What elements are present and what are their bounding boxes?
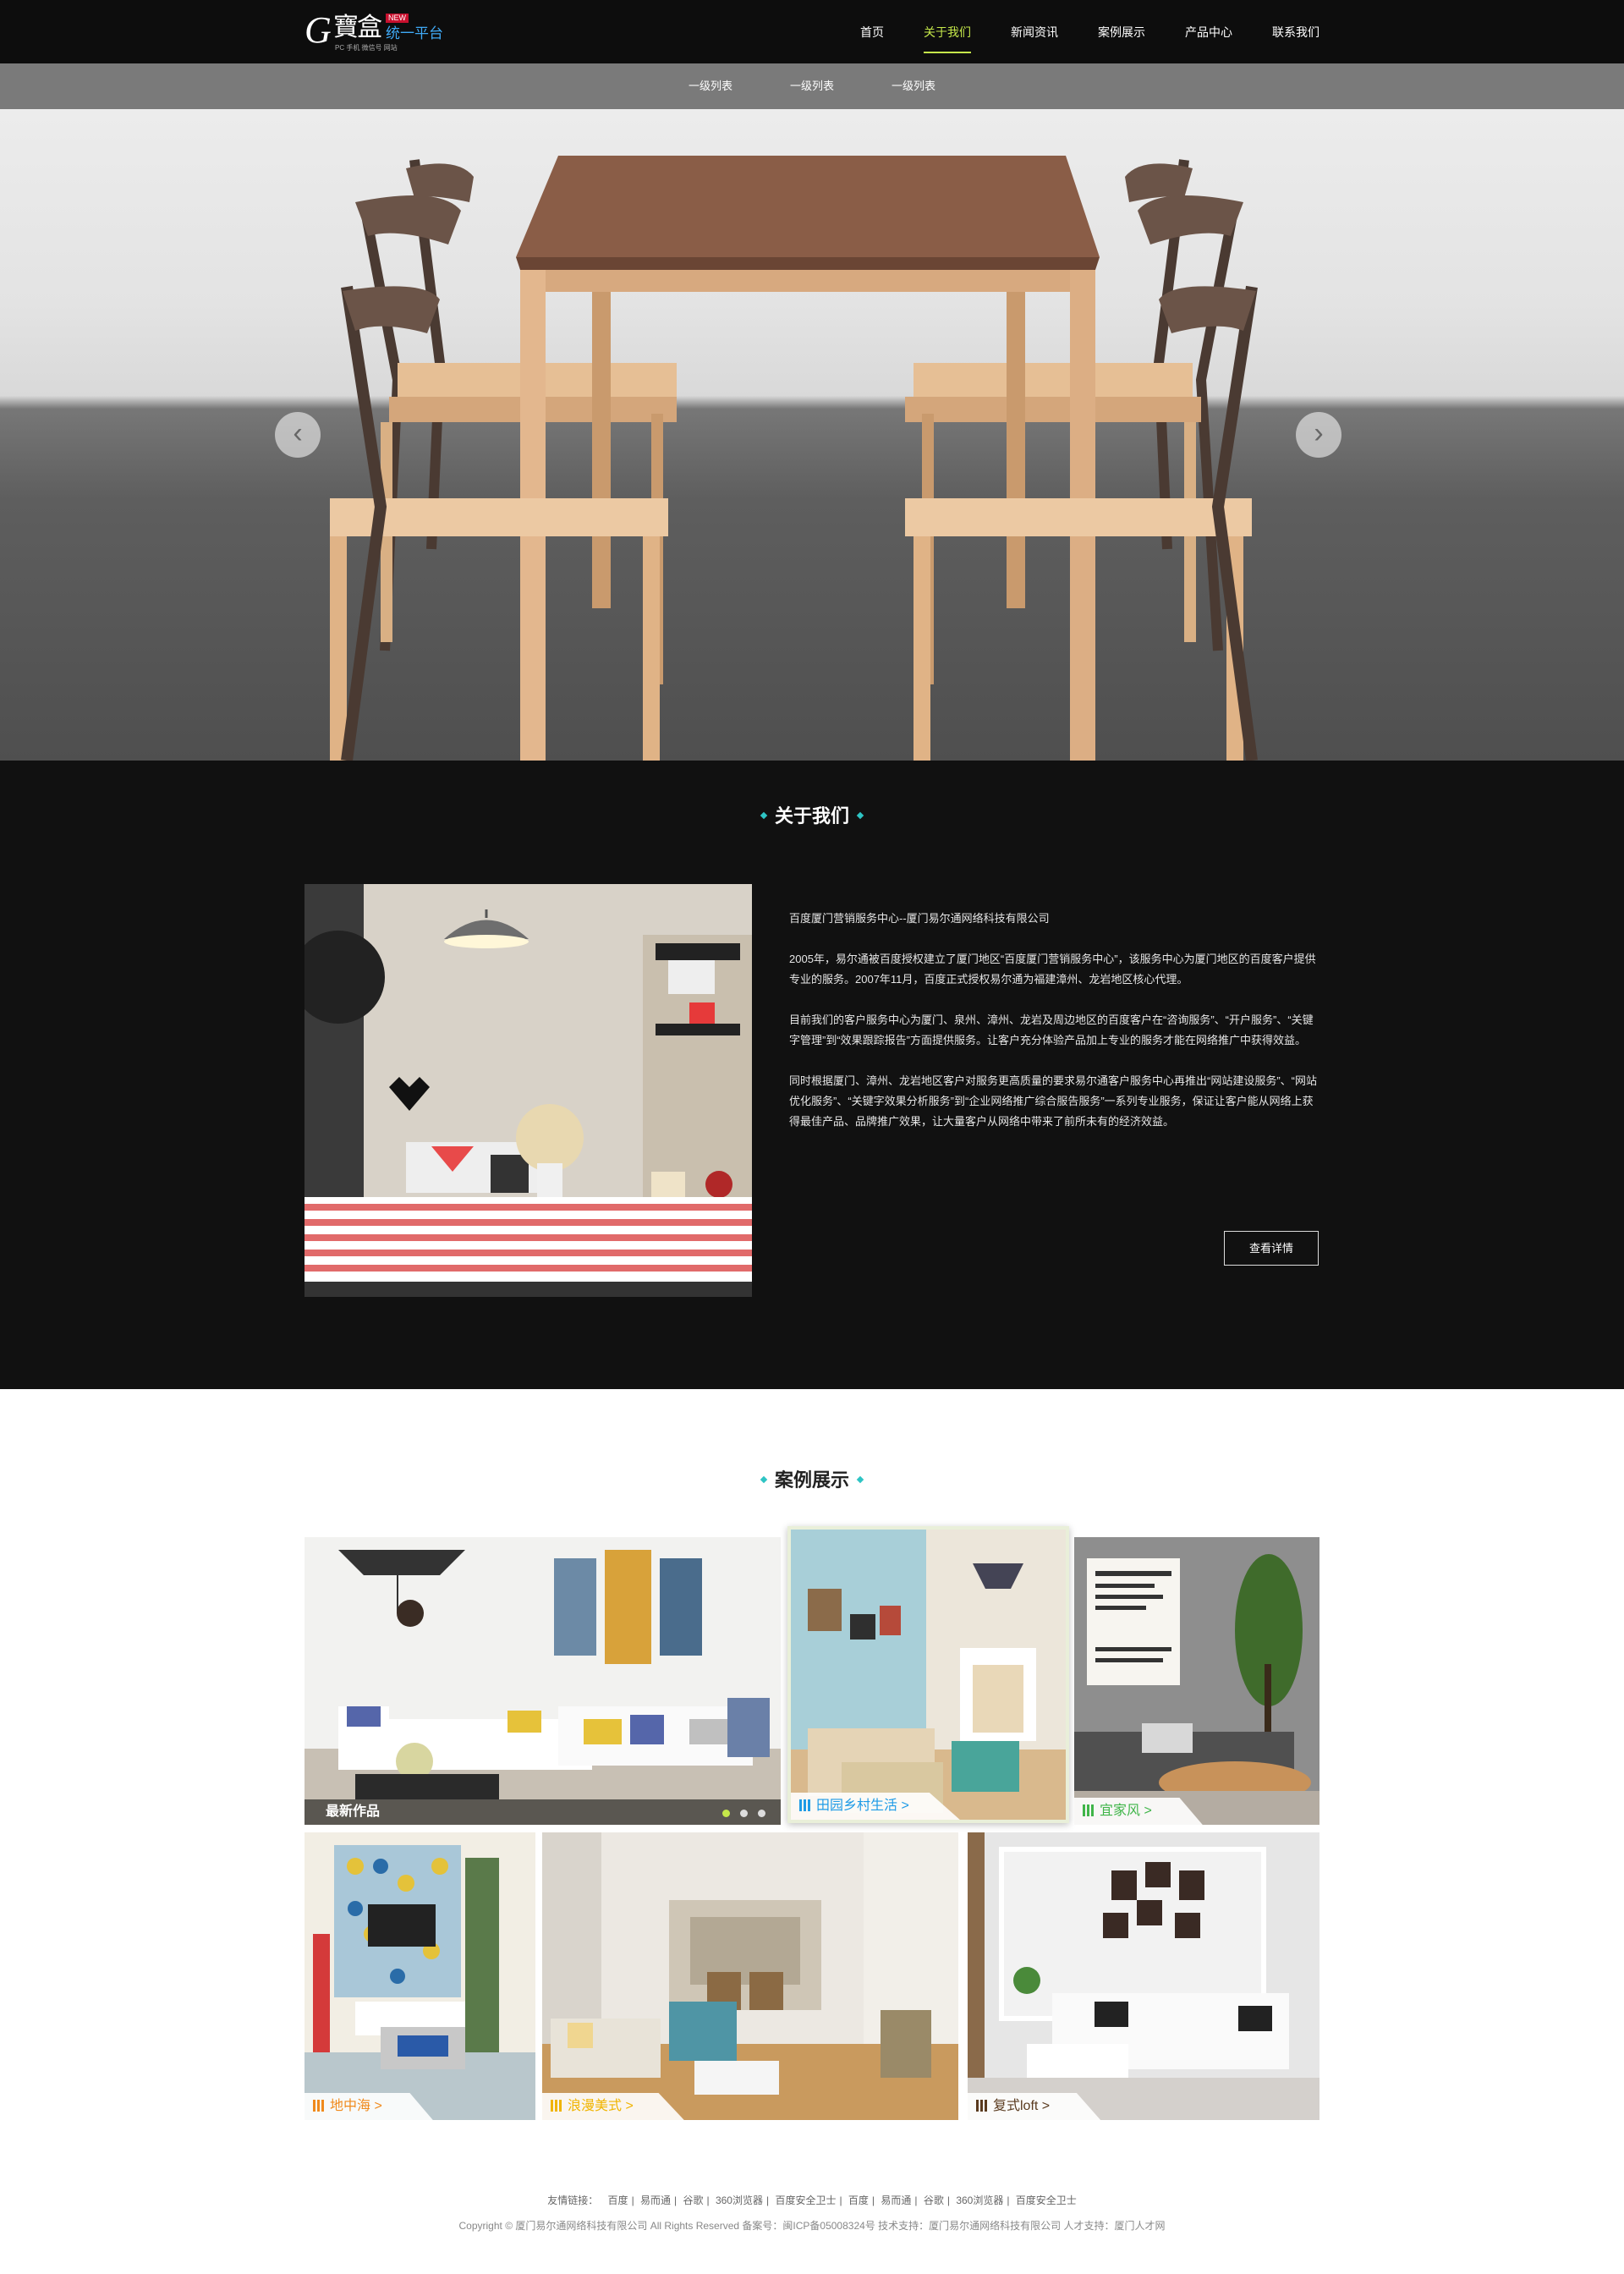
diamond-icon	[760, 1475, 768, 1484]
logo-letter: G	[304, 9, 332, 51]
footer-link[interactable]: 360浏览器	[716, 2194, 763, 2206]
sub-nav: 一级列表 一级列表 一级列表	[0, 63, 1624, 109]
carousel-dot[interactable]	[758, 1810, 765, 1817]
bars-icon	[313, 2100, 325, 2112]
footer-link[interactable]: 百度	[608, 2194, 628, 2206]
case-label-text: 地中海 >	[330, 2099, 382, 2113]
about-section: 关于我们 百度厦门营销服务中心--厦门易尔通网络科技有限公司 2005年，易尔通…	[0, 761, 1624, 1389]
diamond-icon	[856, 1475, 864, 1484]
nav-item-home[interactable]: 首页	[860, 0, 884, 63]
about-paragraph: 同时根据厦门、漳州、龙岩地区客户对服务更高质量的要求易尔通客户服务中心再推出“网…	[789, 1074, 1317, 1128]
case-featured[interactable]: 最新作品	[304, 1537, 781, 1825]
featured-label: 最新作品	[304, 1799, 781, 1825]
nav-item-news[interactable]: 新闻资讯	[1011, 0, 1058, 63]
footer-link[interactable]: 360浏览器	[956, 2194, 1003, 2206]
footer-link[interactable]: 百度	[848, 2194, 869, 2206]
footer-link[interactable]: 百度安全卫士	[1016, 2194, 1077, 2206]
about-title: 关于我们	[0, 801, 1624, 828]
cases-section: 案例展示 最新作品 田园乡村生活 > 宜家风 > 地中海 > 浪漫美式 > 复式…	[0, 1389, 1624, 2274]
featured-label-text: 最新作品	[326, 1804, 381, 1819]
chevron-right-icon: ›	[1314, 417, 1324, 449]
subnav-item-1[interactable]: 一级列表	[689, 63, 732, 109]
nav-item-about[interactable]: 关于我们	[924, 0, 971, 63]
about-paragraph: 百度厦门营销服务中心--厦门易尔通网络科技有限公司	[789, 912, 1050, 925]
carousel-dot[interactable]	[740, 1810, 748, 1817]
bars-icon	[551, 2100, 562, 2112]
case-duplex-loft[interactable]: 复式loft >	[968, 1832, 1320, 2120]
subnav-item-2[interactable]: 一级列表	[790, 63, 834, 109]
subnav-item-3[interactable]: 一级列表	[892, 63, 935, 109]
chevron-left-icon: ‹	[293, 417, 303, 449]
nav-item-contact[interactable]: 联系我们	[1272, 0, 1320, 63]
case-romantic-american[interactable]: 浪漫美式 >	[542, 1832, 958, 2120]
case-label-text: 宜家风 >	[1100, 1804, 1152, 1818]
banner-next-button[interactable]: ›	[1296, 412, 1341, 458]
footer-link[interactable]: 谷歌	[924, 2194, 944, 2206]
bars-icon	[799, 1799, 811, 1811]
footer-link[interactable]: 易而通	[881, 2194, 911, 2206]
logo-tagline: PC 手机 微信号 网站	[335, 44, 398, 52]
table-chairs-image	[330, 156, 1258, 761]
logo-platform: 统一平台	[386, 25, 443, 41]
friend-links: 友情链接： 百度 | 易而通 | 谷歌 | 360浏览器 | 百度安全卫士 | 百度 | 易…	[547, 2194, 1077, 2206]
about-paragraph: 2005年，易尔通被百度授权建立了厦门地区“百度厦门营销服务中心”，该服务中心为…	[789, 953, 1316, 986]
about-image	[304, 884, 752, 1297]
top-header: G 寶盒 NEW 统一平台 PC 手机 微信号 网站 首页 关于我们 新闻资讯 …	[0, 0, 1624, 63]
case-label-text: 浪漫美式 >	[568, 2099, 634, 2113]
diamond-icon	[856, 811, 864, 820]
cases-title: 案例展示	[0, 1465, 1624, 1492]
page-footer: 友情链接： 百度 | 易而通 | 谷歌 | 360浏览器 | 百度安全卫士 | 百度 | 易…	[0, 2188, 1624, 2238]
footer-link[interactable]: 易而通	[640, 2194, 671, 2206]
carousel-dots	[712, 1810, 765, 1817]
nav-item-products[interactable]: 产品中心	[1185, 0, 1232, 63]
view-details-button[interactable]: 查看详情	[1224, 1231, 1319, 1266]
case-ikea-style[interactable]: 宜家风 >	[1074, 1537, 1320, 1825]
cases-title-text: 案例展示	[774, 1469, 849, 1491]
about-text: 百度厦门营销服务中心--厦门易尔通网络科技有限公司 2005年，易尔通被百度授权…	[789, 909, 1318, 1152]
about-title-text: 关于我们	[774, 805, 849, 827]
banner-prev-button[interactable]: ‹	[275, 412, 321, 458]
diamond-icon	[760, 811, 768, 820]
new-badge: NEW	[386, 14, 409, 23]
case-label-text: 田园乡村生活 >	[816, 1799, 909, 1813]
case-rural-life[interactable]: 田园乡村生活 >	[787, 1526, 1069, 1823]
bars-icon	[1083, 1804, 1095, 1816]
main-nav: 首页 关于我们 新闻资讯 案例展示 产品中心 联系我们	[820, 0, 1320, 63]
hero-banner: ‹ ›	[0, 109, 1624, 761]
logo-name: 寶盒	[333, 13, 382, 42]
nav-item-cases[interactable]: 案例展示	[1098, 0, 1145, 63]
case-label-text: 复式loft >	[993, 2099, 1051, 2113]
footer-link[interactable]: 百度安全卫士	[775, 2194, 836, 2206]
about-paragraph: 目前我们的客户服务中心为厦门、泉州、漳州、龙岩及周边地区的百度客户在“咨询服务”…	[789, 1013, 1314, 1046]
case-mediterranean[interactable]: 地中海 >	[304, 1832, 535, 2120]
carousel-dot[interactable]	[722, 1810, 730, 1817]
site-logo[interactable]: G 寶盒 NEW 统一平台 PC 手机 微信号 网站	[304, 10, 448, 54]
bars-icon	[976, 2100, 988, 2112]
copyright-text: Copyright © 厦门易尔通网络科技有限公司 All Rights Res…	[458, 2220, 1166, 2232]
friend-links-label: 友情链接：	[547, 2194, 599, 2206]
footer-link[interactable]: 谷歌	[683, 2194, 703, 2206]
